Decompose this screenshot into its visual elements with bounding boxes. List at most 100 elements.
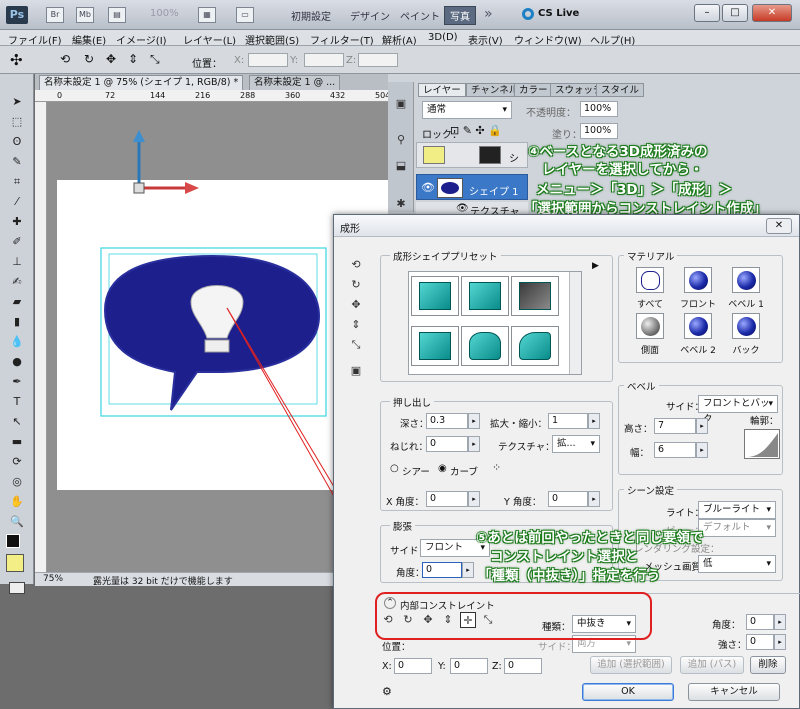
stamp-tool-icon[interactable]: ⊥ bbox=[9, 254, 25, 270]
scale-field[interactable]: 1 bbox=[548, 413, 588, 429]
shape-tool-icon[interactable]: ▬ bbox=[9, 434, 25, 450]
healing-brush-icon[interactable]: ✚ bbox=[9, 214, 25, 230]
type-tool-icon[interactable]: T bbox=[9, 394, 25, 410]
3d-orbit-tool-icon[interactable]: ◎ bbox=[9, 474, 25, 490]
adjust-panel-icon[interactable]: ⚲ bbox=[393, 132, 409, 148]
bridge-icon[interactable]: Br bbox=[46, 7, 64, 23]
eye-icon[interactable]: 👁 bbox=[456, 203, 469, 214]
crop-tool-icon[interactable]: ⌗ bbox=[9, 174, 25, 190]
menu-file[interactable]: ファイル(F) bbox=[8, 32, 62, 47]
mesh-select[interactable]: 低 bbox=[698, 555, 776, 573]
strength-spin[interactable]: ▸ bbox=[774, 634, 786, 650]
quick-mask-icon[interactable] bbox=[9, 582, 25, 594]
menu-image[interactable]: イメージ(I) bbox=[116, 32, 167, 47]
pos-z-field[interactable]: 0 bbox=[504, 658, 542, 674]
minibridge-panel-icon[interactable]: ▣ bbox=[393, 96, 409, 112]
pos-y-field[interactable]: 0 bbox=[450, 658, 488, 674]
drag-3d-icon[interactable]: ✥ bbox=[106, 52, 116, 66]
settings-icon[interactable]: ⚙ bbox=[382, 685, 392, 698]
3d-rotate-tool-icon[interactable]: ⟳ bbox=[9, 454, 25, 470]
material-side-swatch[interactable] bbox=[636, 313, 664, 339]
material-bevel1-swatch[interactable] bbox=[732, 267, 760, 293]
height-spin[interactable]: ▸ bbox=[696, 418, 708, 434]
material-back-swatch[interactable] bbox=[732, 313, 760, 339]
light-select[interactable]: ブルーライト bbox=[698, 501, 776, 519]
add-path-button[interactable]: 追加 (パス) bbox=[680, 656, 744, 674]
preset-thumb[interactable] bbox=[461, 326, 509, 366]
preset-thumb[interactable] bbox=[511, 276, 559, 316]
cslive-label[interactable]: CS Live bbox=[538, 8, 579, 19]
path-select-icon[interactable]: ↖ bbox=[9, 414, 25, 430]
xangle-field[interactable]: 0 bbox=[426, 491, 468, 507]
move-3d-icon[interactable]: ✣ bbox=[10, 51, 23, 69]
foreground-color-swatch[interactable] bbox=[6, 554, 24, 572]
yangle-field[interactable]: 0 bbox=[548, 491, 588, 507]
rotate-3d-icon[interactable]: ⟲ bbox=[60, 52, 70, 66]
move-tool-icon[interactable]: ➤ bbox=[9, 94, 25, 110]
inflate-angle-field[interactable]: 0 bbox=[422, 562, 462, 578]
menu-edit[interactable]: 編集(E) bbox=[72, 32, 106, 47]
depth-spin[interactable]: ▸ bbox=[468, 413, 480, 429]
history-brush-icon[interactable]: ✍ bbox=[9, 274, 25, 290]
zoom-tool-icon[interactable]: 🔍 bbox=[9, 514, 25, 530]
roll-object-icon[interactable]: ↻ bbox=[348, 277, 364, 293]
preset-menu-icon[interactable]: ▶ bbox=[592, 261, 599, 271]
tab-layers[interactable]: レイヤー bbox=[418, 83, 466, 97]
menu-help[interactable]: ヘルプ(H) bbox=[590, 32, 635, 47]
guides-icon[interactable]: ▤ bbox=[108, 7, 126, 23]
roll-3d-icon[interactable]: ↻ bbox=[84, 52, 94, 66]
3d-panel-icon[interactable]: ✱ bbox=[393, 196, 409, 212]
yangle-spin[interactable]: ▸ bbox=[588, 491, 600, 507]
pos-x-field[interactable]: 0 bbox=[394, 658, 432, 674]
material-all-swatch[interactable] bbox=[636, 267, 664, 293]
preset-thumb[interactable] bbox=[511, 326, 559, 366]
bend-radio[interactable]: ◉ bbox=[438, 463, 447, 474]
lasso-tool-icon[interactable]: ʘ bbox=[9, 134, 25, 150]
workspace-design[interactable]: デザイン bbox=[350, 8, 390, 23]
blend-mode-select[interactable]: 通常 bbox=[422, 101, 512, 119]
workspace-photo[interactable]: 写真 bbox=[444, 6, 476, 25]
opacity-field[interactable]: 100% bbox=[580, 101, 618, 117]
tab-styles[interactable]: スタイル bbox=[596, 83, 645, 97]
preset-list[interactable] bbox=[408, 271, 582, 375]
lock-icons[interactable]: ⊡ ✎ ✣ 🔒 bbox=[450, 124, 502, 137]
view-select[interactable]: デフォルト bbox=[698, 519, 776, 537]
brush-tool-icon[interactable]: ✐ bbox=[9, 234, 25, 250]
scale-spin[interactable]: ▸ bbox=[588, 413, 600, 429]
quick-select-icon[interactable]: ✎ bbox=[9, 154, 25, 170]
preset-thumb[interactable] bbox=[411, 326, 459, 366]
add-selection-button[interactable]: 追加 (選択範囲) bbox=[590, 656, 672, 674]
eyedropper-icon[interactable]: ⁄ bbox=[9, 194, 25, 210]
delete-button[interactable]: 削除 bbox=[750, 656, 786, 674]
angle-field[interactable]: 0 bbox=[746, 614, 774, 630]
menu-window[interactable]: ウィンドウ(W) bbox=[514, 32, 582, 47]
y-field[interactable] bbox=[304, 53, 344, 67]
blur-tool-icon[interactable]: 💧 bbox=[9, 334, 25, 350]
marquee-tool-icon[interactable]: ⬚ bbox=[9, 114, 25, 130]
preset-thumb[interactable] bbox=[461, 276, 509, 316]
status-zoom[interactable]: 75% bbox=[43, 574, 63, 584]
menu-select[interactable]: 選択範囲(S) bbox=[245, 32, 299, 47]
tab-color[interactable]: カラー bbox=[514, 83, 553, 97]
rotate-object-icon[interactable]: ⟲ bbox=[348, 257, 364, 273]
more-workspaces-icon[interactable]: » bbox=[484, 6, 493, 22]
close-button[interactable]: ✕ bbox=[752, 4, 792, 22]
menu-3d[interactable]: 3D(D) bbox=[428, 32, 458, 43]
cancel-button[interactable]: キャンセル bbox=[688, 683, 780, 701]
doc-tab-2[interactable]: 名称未設定 1 @ ... bbox=[249, 75, 341, 90]
preset-thumb[interactable] bbox=[411, 276, 459, 316]
gradient-tool-icon[interactable]: ▮ bbox=[9, 314, 25, 330]
default-colors-icon[interactable] bbox=[6, 534, 20, 548]
drag-object-icon[interactable]: ✥ bbox=[348, 297, 364, 313]
preset-scrollbar[interactable] bbox=[569, 272, 581, 374]
layer-row-1[interactable]: シ bbox=[416, 142, 528, 168]
strength-field[interactable]: 0 bbox=[746, 634, 774, 650]
scale-object-icon[interactable]: ⤡ bbox=[348, 337, 364, 353]
bevel-side-select[interactable]: フロントとバック bbox=[698, 395, 778, 425]
dodge-tool-icon[interactable]: ● bbox=[9, 354, 25, 370]
minibridge-icon[interactable]: Mb bbox=[76, 7, 94, 23]
slide-3d-icon[interactable]: ⇕ bbox=[128, 52, 138, 66]
width-field[interactable]: 6 bbox=[654, 442, 696, 458]
x-field[interactable] bbox=[248, 53, 288, 67]
twist-spin[interactable]: ▸ bbox=[468, 436, 480, 452]
